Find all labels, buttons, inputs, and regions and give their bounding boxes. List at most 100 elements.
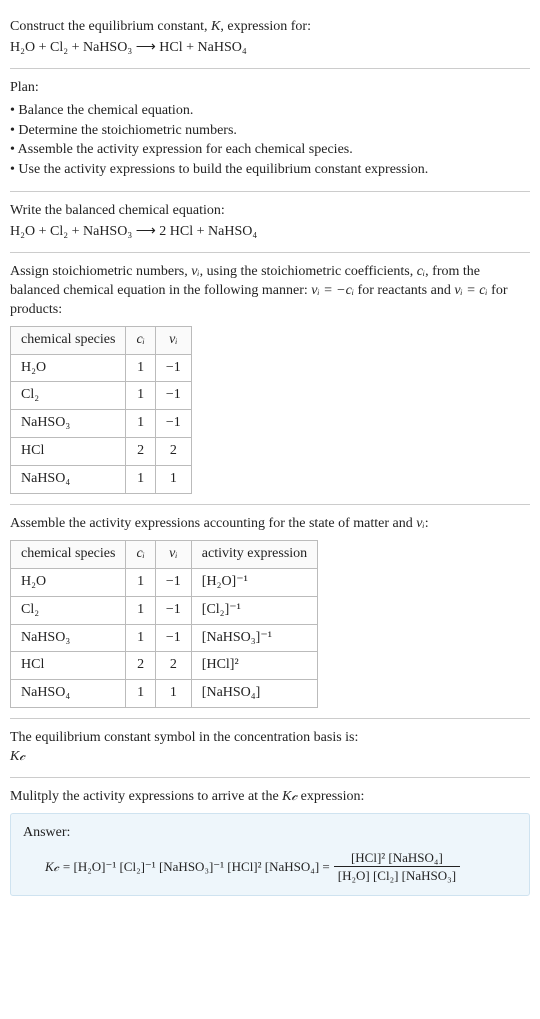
intro-equation: H₂O + Cl₂ + NaHSO₃ ⟶ HCl + NaHSO₄ xyxy=(10,39,530,58)
cell-nu: 1 xyxy=(155,680,191,708)
stoich-ci: cᵢ xyxy=(417,264,425,279)
cell-ci: 1 xyxy=(126,680,155,708)
cell-species: HCl xyxy=(11,438,126,466)
cell-ci: 1 xyxy=(126,382,155,410)
table-row: H₂O1−1 xyxy=(11,354,192,382)
cell-ci: 1 xyxy=(126,568,155,596)
table-row: NaHSO₄11 xyxy=(11,466,192,494)
table-row: NaHSO₄11[NaHSO₄] xyxy=(11,680,318,708)
plan-list: • Balance the chemical equation. • Deter… xyxy=(10,102,530,181)
intro-section: Construct the equilibrium constant, K, e… xyxy=(10,8,530,68)
cell-nu: 2 xyxy=(155,652,191,680)
cell-ci: 1 xyxy=(126,410,155,438)
balanced-equation: H₂O + Cl₂ + NaHSO₃ ⟶ 2 HCl + NaHSO₄ xyxy=(10,223,530,242)
cell-species: NaHSO₃ xyxy=(11,410,126,438)
cell-species: NaHSO₃ xyxy=(11,624,126,652)
cell-nu: −1 xyxy=(155,568,191,596)
cell-nu: −1 xyxy=(155,596,191,624)
intro-k: K xyxy=(211,19,220,34)
stoich-nu: νᵢ xyxy=(191,264,199,279)
cell-ci: 1 xyxy=(126,596,155,624)
activity-text: Assemble the activity expressions accoun… xyxy=(10,516,416,531)
cell-ci: 2 xyxy=(126,652,155,680)
table-header-row: chemical species cᵢ νᵢ activity expressi… xyxy=(11,540,318,568)
cell-activity: [NaHSO₃]⁻¹ xyxy=(191,624,317,652)
answer-box: Answer: K𝒸 = [H₂O]⁻¹ [Cl₂]⁻¹ [NaHSO₃]⁻¹ … xyxy=(10,813,530,896)
multiply-text: Mulitply the activity expressions to arr… xyxy=(10,789,282,804)
stoich-rule: νᵢ = −cᵢ xyxy=(311,283,354,298)
plan-item: • Balance the chemical equation. xyxy=(10,102,530,121)
col-ci: cᵢ xyxy=(126,540,155,568)
multiply-section: Mulitply the activity expressions to arr… xyxy=(10,778,530,906)
multiply-heading: Mulitply the activity expressions to arr… xyxy=(10,788,530,807)
table-row: HCl22 xyxy=(11,438,192,466)
multiply-kc: K𝒸 xyxy=(282,789,297,804)
cell-ci: 1 xyxy=(126,354,155,382)
col-species: chemical species xyxy=(11,540,126,568)
table-row: Cl₂1−1[Cl₂]⁻¹ xyxy=(11,596,318,624)
table-row: Cl₂1−1 xyxy=(11,382,192,410)
col-species: chemical species xyxy=(11,326,126,354)
col-activity: activity expression xyxy=(191,540,317,568)
intro-prefix: Construct the equilibrium constant, xyxy=(10,19,211,34)
answer-label: Answer: xyxy=(23,824,517,843)
plan-item: • Use the activity expressions to build … xyxy=(10,161,530,180)
plan-heading: Plan: xyxy=(10,79,530,98)
answer-equation: K𝒸 = [H₂O]⁻¹ [Cl₂]⁻¹ [NaHSO₃]⁻¹ [HCl]² [… xyxy=(23,849,517,885)
cell-nu: −1 xyxy=(155,382,191,410)
symbol-section: The equilibrium constant symbol in the c… xyxy=(10,719,530,777)
stoich-heading: Assign stoichiometric numbers, νᵢ, using… xyxy=(10,263,530,320)
balanced-section: Write the balanced chemical equation: H₂… xyxy=(10,192,530,252)
cell-ci: 2 xyxy=(126,438,155,466)
table-row: NaHSO₃1−1[NaHSO₃]⁻¹ xyxy=(11,624,318,652)
activity-nu: νᵢ xyxy=(416,516,424,531)
frac-denominator: [H₂O] [Cl₂] [NaHSO₃] xyxy=(334,867,460,885)
cell-ci: 1 xyxy=(126,466,155,494)
activity-text: : xyxy=(425,516,429,531)
activity-heading: Assemble the activity expressions accoun… xyxy=(10,515,530,534)
cell-species: NaHSO₄ xyxy=(11,680,126,708)
stoich-rule: νᵢ = cᵢ xyxy=(454,283,487,298)
table-header-row: chemical species cᵢ νᵢ xyxy=(11,326,192,354)
col-ci: cᵢ xyxy=(126,326,155,354)
cell-ci: 1 xyxy=(126,624,155,652)
plan-item: • Determine the stoichiometric numbers. xyxy=(10,122,530,141)
symbol-value: K𝒸 xyxy=(10,748,530,767)
stoich-text: Assign stoichiometric numbers, xyxy=(10,264,191,279)
answer-kc: K𝒸 xyxy=(45,858,59,876)
multiply-text: expression: xyxy=(297,789,364,804)
stoich-table: chemical species cᵢ νᵢ H₂O1−1 Cl₂1−1 NaH… xyxy=(10,326,192,494)
cell-activity: [H₂O]⁻¹ xyxy=(191,568,317,596)
plan-item: • Assemble the activity expression for e… xyxy=(10,141,530,160)
cell-species: Cl₂ xyxy=(11,596,126,624)
cell-nu: −1 xyxy=(155,410,191,438)
stoich-text: for reactants and xyxy=(354,283,454,298)
frac-numerator: [HCl]² [NaHSO₄] xyxy=(347,849,447,867)
answer-lhs: = [H₂O]⁻¹ [Cl₂]⁻¹ [NaHSO₃]⁻¹ [HCl]² [NaH… xyxy=(63,858,330,876)
cell-nu: −1 xyxy=(155,354,191,382)
cell-activity: [NaHSO₄] xyxy=(191,680,317,708)
plan-section: Plan: • Balance the chemical equation. •… xyxy=(10,69,530,191)
col-nu: νᵢ xyxy=(155,540,191,568)
cell-species: HCl xyxy=(11,652,126,680)
balanced-heading: Write the balanced chemical equation: xyxy=(10,202,530,221)
cell-species: Cl₂ xyxy=(11,382,126,410)
cell-species: H₂O xyxy=(11,568,126,596)
cell-species: NaHSO₄ xyxy=(11,466,126,494)
intro-suffix: , expression for: xyxy=(220,19,311,34)
symbol-heading: The equilibrium constant symbol in the c… xyxy=(10,729,530,748)
cell-activity: [Cl₂]⁻¹ xyxy=(191,596,317,624)
cell-nu: −1 xyxy=(155,624,191,652)
cell-nu: 2 xyxy=(155,438,191,466)
stoich-text: , using the stoichiometric coefficients, xyxy=(200,264,417,279)
table-row: NaHSO₃1−1 xyxy=(11,410,192,438)
cell-species: H₂O xyxy=(11,354,126,382)
stoich-section: Assign stoichiometric numbers, νᵢ, using… xyxy=(10,253,530,504)
col-nu: νᵢ xyxy=(155,326,191,354)
intro-prompt: Construct the equilibrium constant, K, e… xyxy=(10,18,530,37)
activity-table: chemical species cᵢ νᵢ activity expressi… xyxy=(10,540,318,708)
activity-section: Assemble the activity expressions accoun… xyxy=(10,505,530,718)
cell-nu: 1 xyxy=(155,466,191,494)
cell-activity: [HCl]² xyxy=(191,652,317,680)
table-row: HCl22[HCl]² xyxy=(11,652,318,680)
